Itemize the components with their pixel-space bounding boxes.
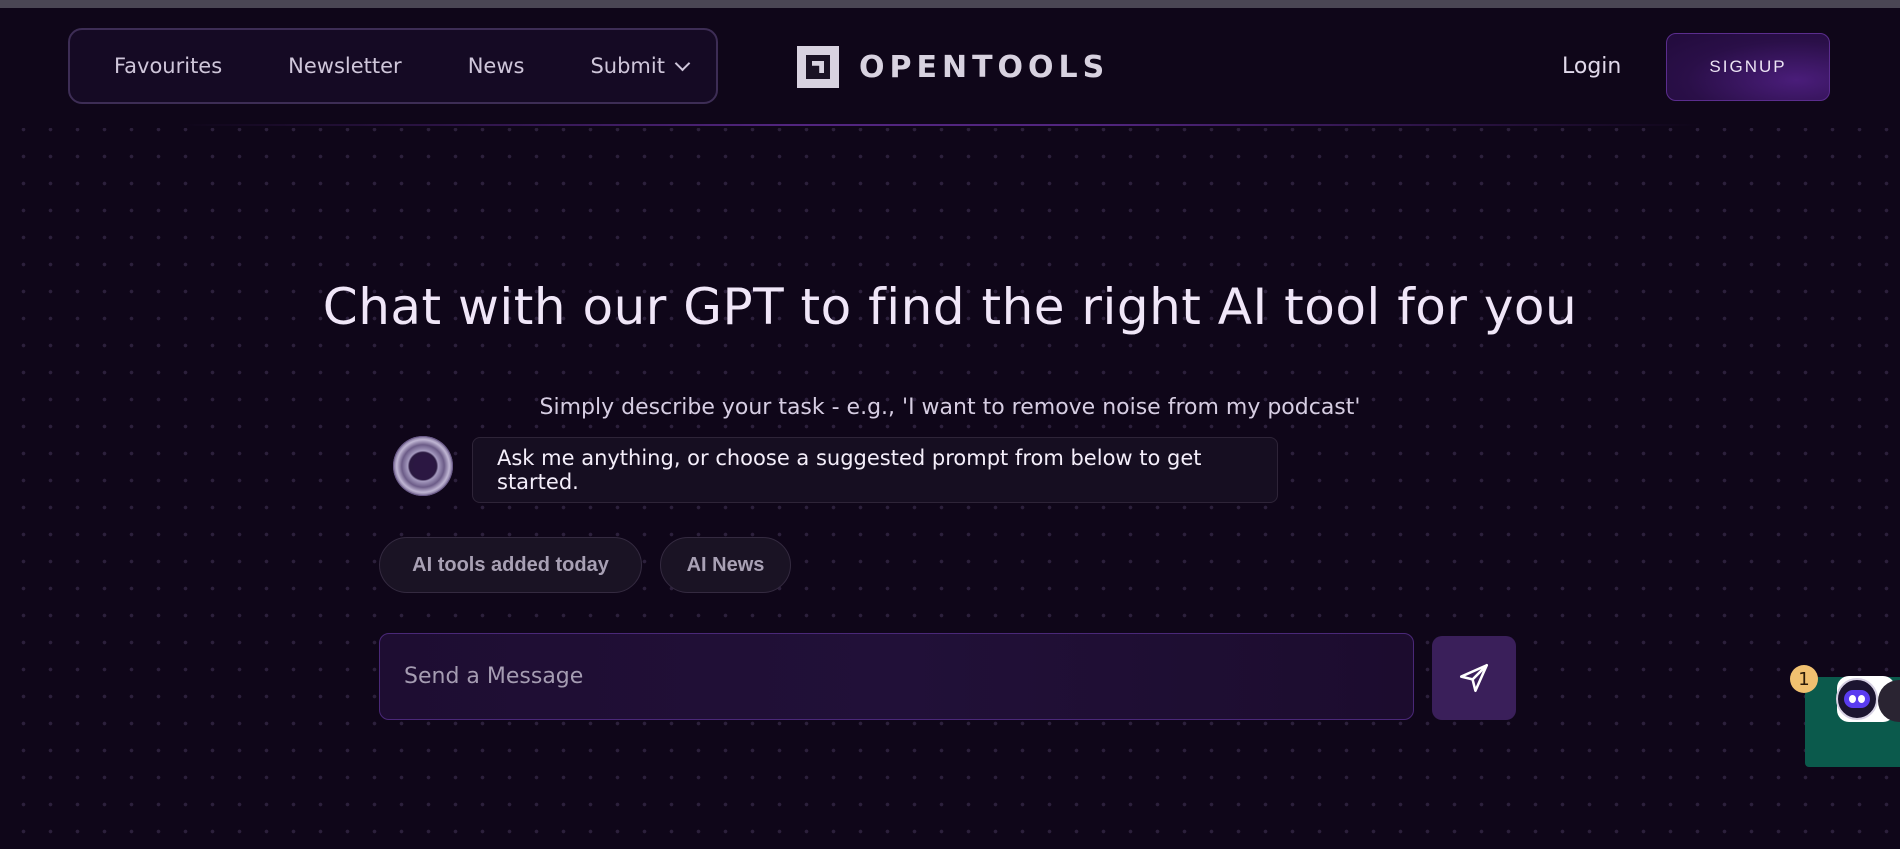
signup-button[interactable]: SIGNUP bbox=[1666, 33, 1830, 101]
opentools-logo-icon bbox=[797, 46, 839, 88]
nav-item-news[interactable]: News bbox=[468, 54, 525, 78]
assistant-bot-icon[interactable] bbox=[1836, 678, 1878, 720]
main-nav: Favourites Newsletter News Submit bbox=[68, 28, 718, 104]
nav-item-submit[interactable]: Submit bbox=[590, 54, 691, 78]
header-divider bbox=[180, 124, 1700, 126]
nav-item-newsletter[interactable]: Newsletter bbox=[288, 54, 402, 78]
login-link[interactable]: Login bbox=[1562, 54, 1621, 79]
brand-name: OPENTOOLS bbox=[859, 49, 1110, 85]
suggestion-ai-news[interactable]: AI News bbox=[660, 537, 791, 593]
nav-item-label: Submit bbox=[590, 54, 665, 78]
chevron-down-icon bbox=[674, 55, 691, 72]
send-icon bbox=[1459, 663, 1489, 693]
notification-badge: 1 bbox=[1790, 665, 1818, 693]
bot-avatar bbox=[393, 436, 453, 496]
nav-item-favourites[interactable]: Favourites bbox=[114, 54, 222, 78]
page-subtitle: Simply describe your task - e.g., 'I wan… bbox=[539, 395, 1361, 420]
suggestion-ai-tools-added-today[interactable]: AI tools added today bbox=[379, 537, 642, 593]
send-button[interactable] bbox=[1432, 636, 1516, 720]
brand-logo[interactable]: OPENTOOLS bbox=[797, 46, 1109, 88]
bot-message: Ask me anything, or choose a suggested p… bbox=[472, 437, 1278, 503]
nav-item-label: Favourites bbox=[114, 54, 223, 78]
bot-message-text: Ask me anything, or choose a suggested p… bbox=[497, 446, 1202, 494]
page-title: Chat with our GPT to find the right AI t… bbox=[322, 278, 1578, 336]
message-input[interactable] bbox=[379, 633, 1414, 720]
nav-item-label: News bbox=[467, 54, 525, 78]
nav-item-label: Newsletter bbox=[288, 54, 402, 78]
